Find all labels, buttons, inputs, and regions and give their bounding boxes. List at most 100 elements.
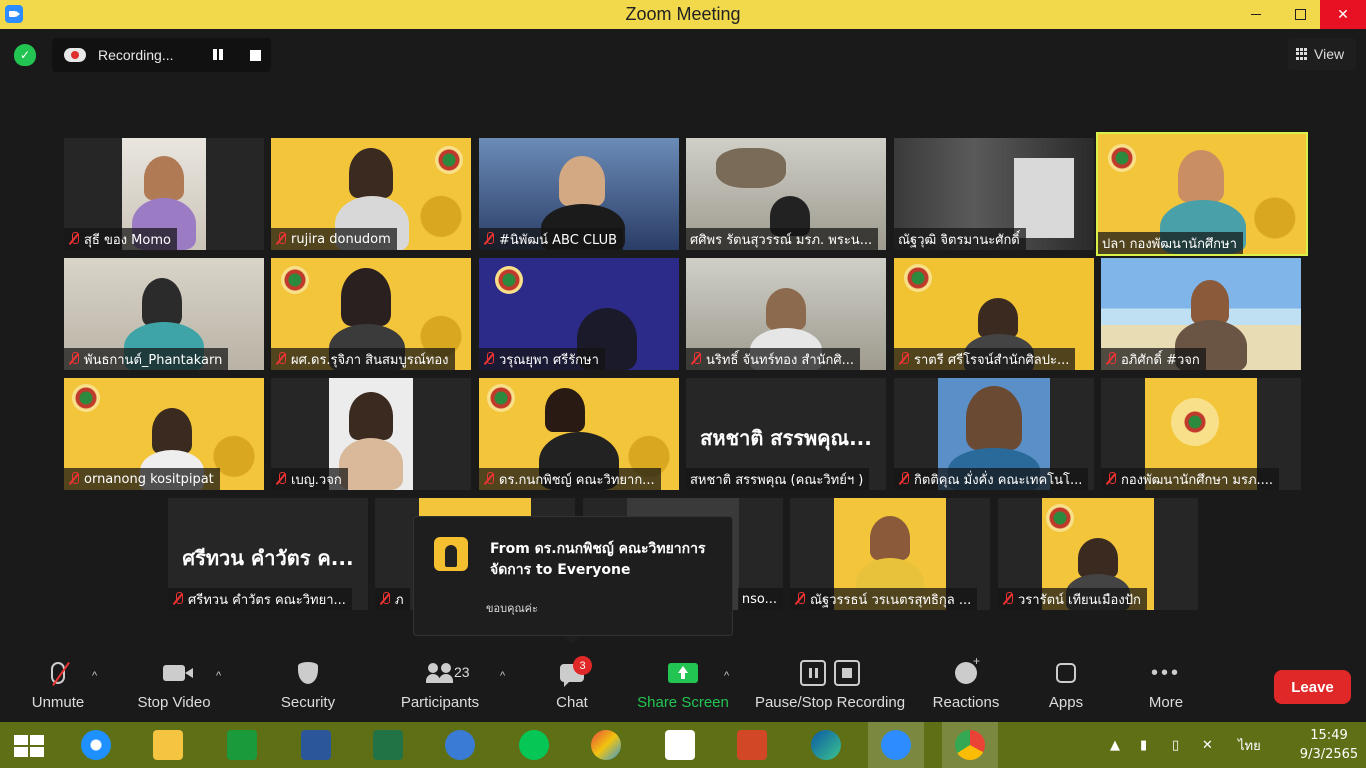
audio-options-caret-icon[interactable]: ^ <box>92 670 97 682</box>
participant-nameplate: นริทธิ์ จันทร์ทอง สำนักศิ... <box>686 348 861 370</box>
minimize-button[interactable] <box>1234 0 1278 29</box>
participant-count: 23 <box>454 664 470 680</box>
input-language[interactable]: ไทย <box>1238 722 1261 768</box>
participant-name: วรารัตน์ เทียนเมืองปัก <box>1018 592 1141 608</box>
muted-mic-icon <box>271 468 291 490</box>
participant-nameplate: ภ <box>375 588 410 610</box>
participant-name: ornanong kositpipat <box>84 471 214 487</box>
unmute-label: Unmute <box>31 694 85 711</box>
security-button[interactable]: Security <box>268 652 348 722</box>
close-button[interactable]: ✕ <box>1320 0 1366 29</box>
participant-nameplate: ผศ.ดร.รุจิภา สินสมบูรณ์ทอง <box>271 348 455 370</box>
participant-tile[interactable]: สุธี ของ Momo <box>64 138 264 250</box>
muted-mic-icon <box>790 588 810 610</box>
muted-mic-icon <box>271 228 291 250</box>
more-button[interactable]: ••• More <box>1136 652 1196 722</box>
participant-name: กิตติคุณ มั่งคั่ง คณะเทคโนโ... <box>914 472 1083 488</box>
leave-button[interactable]: Leave <box>1274 670 1351 704</box>
muted-mic-icon <box>998 588 1018 610</box>
participant-tile[interactable]: สหชาติ สรรพคุณ... สหชาติ สรรพคุณ (คณะวิท… <box>686 378 886 490</box>
zoom-taskbar-icon[interactable] <box>868 722 924 768</box>
participant-tile[interactable]: #นิพัฒน์ ABC CLUB <box>479 138 679 250</box>
participant-nameplate: ณัฐวรรธน์ วรเนตรสุทธิกุล ... <box>790 588 978 610</box>
line-app-icon[interactable] <box>514 725 554 765</box>
microsoft-store-icon[interactable] <box>222 725 262 765</box>
pause-stop-recording-label: Pause/Stop Recording <box>754 694 906 711</box>
apps-button[interactable]: Apps <box>1036 652 1096 722</box>
battery-icon[interactable]: ▯ <box>1172 722 1179 768</box>
participant-nameplate: อภิศักดิ์ #วจก <box>1101 348 1206 370</box>
system-clock[interactable]: 15:49 9/3/2565 <box>1294 726 1364 764</box>
participant-nameplate: สุธี ของ Momo <box>64 228 177 250</box>
video-camera-icon <box>163 665 193 681</box>
participant-tile[interactable]: ผศ.ดร.รุจิภา สินสมบูรณ์ทอง <box>271 258 471 370</box>
view-button[interactable]: View <box>1288 38 1356 70</box>
volume-muted-icon[interactable]: ✕ <box>1202 722 1213 768</box>
participant-tile[interactable]: ดร.กนกพิชญ์ คณะวิทยาก... <box>479 378 679 490</box>
participant-nameplate: ดร.กนกพิชญ์ คณะวิทยาก... <box>479 468 661 490</box>
chat-button[interactable]: 3 Chat <box>540 652 604 722</box>
paint-icon[interactable] <box>586 725 626 765</box>
participants-options-caret-icon[interactable]: ^ <box>500 670 505 682</box>
participant-nameplate: วรุณยุพา ศรีรักษา <box>479 348 605 370</box>
cloud-record-icon <box>64 48 86 62</box>
participant-tile[interactable]: กิตติคุณ มั่งคั่ง คณะเทคโนโ... <box>894 378 1094 490</box>
grid-view-icon <box>1296 48 1308 60</box>
participant-name: กองพัฒนานักศึกษา มรภ.... <box>1121 472 1274 488</box>
chat-notification-popup[interactable]: From ดร.กนกพิชญ์ คณะวิทยาการจัดการ to Ev… <box>413 516 733 644</box>
participant-nameplate: สหชาติ สรรพคุณ (คณะวิทย์ฯ ) <box>686 468 870 490</box>
participant-tile[interactable]: ราตรี ศรีโรจน์สำนักศิลปะ... <box>894 258 1094 370</box>
encryption-shield-icon[interactable]: ✓ <box>14 44 36 66</box>
participant-tile[interactable]: ณัฐวุฒิ จิตรมานะศักดิ์ <box>894 138 1094 250</box>
network-signal-icon[interactable]: ▮ <box>1140 722 1147 768</box>
participant-tile[interactable]: ศรีทวน คำวัตร ค... ศรีทวน คำวัตร คณะวิทย… <box>168 498 368 610</box>
participants-button[interactable]: 23 Participants ^ <box>396 652 505 722</box>
participant-name: ณัฐวุฒิ จิตรมานะศักดิ์ <box>898 232 1020 248</box>
participant-tile[interactable]: เบญ.วจก <box>271 378 471 490</box>
participant-name: พันธกานต์_Phantakarn <box>84 352 223 368</box>
security-shield-icon <box>298 662 318 684</box>
stop-recording-button[interactable] <box>250 50 261 61</box>
maximize-button[interactable] <box>1278 0 1322 29</box>
participant-tile[interactable]: rujira donudom <box>271 138 471 250</box>
reactions-button[interactable]: Reactions <box>930 652 1002 722</box>
excel-icon[interactable] <box>368 725 408 765</box>
stop-video-label: Stop Video <box>137 694 211 711</box>
participant-name-display: ศรีทวน คำวัตร ค... <box>182 546 354 570</box>
share-screen-icon <box>668 663 698 683</box>
pause-stop-recording-button[interactable]: Pause/Stop Recording <box>754 652 906 722</box>
chrome-taskbar-icon[interactable] <box>942 722 998 768</box>
unmute-button[interactable]: Unmute ^ <box>18 652 98 722</box>
participant-tile[interactable]: กองพัฒนานักศึกษา มรภ.... <box>1101 378 1301 490</box>
edge-browser-icon[interactable] <box>806 725 846 765</box>
lisrel-icon[interactable] <box>660 725 700 765</box>
participant-tile[interactable]: ณัฐวรรธน์ วรเนตรสุทธิกุล ... <box>790 498 990 610</box>
file-explorer-icon[interactable] <box>148 725 188 765</box>
muted-mic-icon <box>64 348 84 370</box>
participant-tile[interactable]: อภิศักดิ์ #วจก <box>1101 258 1301 370</box>
word-icon[interactable] <box>296 725 336 765</box>
windows-start-icon[interactable] <box>14 735 46 757</box>
stop-video-button[interactable]: Stop Video ^ <box>134 652 221 722</box>
powerpoint-icon[interactable] <box>732 725 772 765</box>
participant-tile-active-speaker[interactable]: ปลา กองพัฒนานักศึกษา <box>1096 132 1308 256</box>
pause-recording-button[interactable] <box>210 47 226 63</box>
video-options-caret-icon[interactable]: ^ <box>216 670 221 682</box>
participant-tile[interactable]: พันธกานต์_Phantakarn <box>64 258 264 370</box>
participant-name: ณัฐวรรธน์ วรเนตรสุทธิกุล ... <box>810 592 972 608</box>
muted-mic-icon <box>894 468 914 490</box>
participant-name-display: สหชาติ สรรพคุณ... <box>700 426 872 450</box>
security-label: Security <box>280 694 336 711</box>
share-screen-button[interactable]: Share Screen ^ <box>636 652 730 722</box>
muted-mic-icon <box>479 468 499 490</box>
show-hidden-icons-icon[interactable]: ▲ <box>1110 722 1120 768</box>
participant-tile[interactable]: ornanong kositpipat <box>64 378 264 490</box>
participant-tile[interactable]: วรุณยุพา ศรีรักษา <box>479 258 679 370</box>
math-input-icon[interactable] <box>440 725 480 765</box>
participant-tile[interactable]: วรารัตน์ เทียนเมืองปัก <box>998 498 1198 610</box>
participant-tile[interactable]: ศศิพร รัตนสุวรรณ์ มรภ. พระน... <box>686 138 886 250</box>
internet-explorer-icon[interactable] <box>76 725 116 765</box>
participant-tile[interactable]: นริทธิ์ จันทร์ทอง สำนักศิ... <box>686 258 886 370</box>
muted-mic-icon <box>64 468 84 490</box>
share-options-caret-icon[interactable]: ^ <box>724 670 729 682</box>
